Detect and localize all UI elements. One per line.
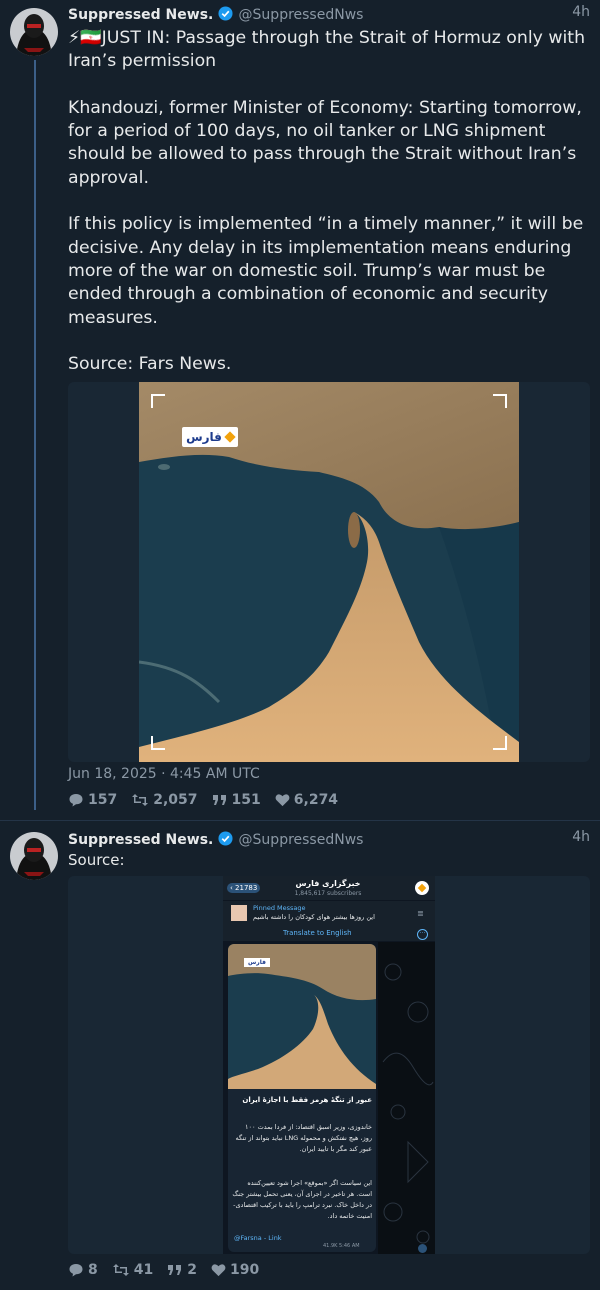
scroll-down-icon bbox=[418, 1244, 427, 1253]
post-header: Suppressed News. @SuppressedNws bbox=[68, 4, 590, 24]
post-date[interactable]: Jun 18, 2025 · 4:45 AM UTC bbox=[68, 766, 260, 782]
post-image[interactable]: ‹ 21783 خبرگزاری فارس 1,845,617 subscrib… bbox=[68, 876, 590, 1254]
message-paragraph-1: خاندوزی، وزیر اسبق اقتصاد: از فردا بمدت … bbox=[235, 1123, 372, 1153]
message-image: فارس bbox=[228, 944, 376, 1089]
verified-icon bbox=[218, 6, 233, 21]
quote-icon bbox=[212, 795, 226, 805]
message-meta: 41.9K 5:46 AM bbox=[323, 1243, 360, 1249]
channel-avatar bbox=[415, 881, 429, 895]
thread-line bbox=[34, 60, 36, 810]
corner-mark-bl bbox=[151, 736, 165, 750]
author-handle[interactable]: @SuppressedNws bbox=[239, 7, 364, 23]
pinned-thumb bbox=[231, 905, 247, 921]
translate-label: Translate to English bbox=[283, 929, 352, 937]
retweet-stat[interactable]: 41 bbox=[112, 1262, 153, 1278]
fars-logo-text: فارس bbox=[186, 430, 222, 444]
chat-background bbox=[378, 942, 435, 1254]
back-badge: ‹ 21783 bbox=[227, 883, 261, 893]
pinned-bar: Pinned Message این روزها بیشتر هوای کودک… bbox=[223, 900, 435, 927]
reply-icon bbox=[69, 1264, 83, 1277]
fars-diamond-icon bbox=[224, 431, 236, 443]
post-time[interactable]: 4h bbox=[560, 829, 590, 845]
back-count: 21783 bbox=[235, 884, 258, 892]
retweet-stat[interactable]: 2,057 bbox=[131, 792, 198, 808]
post-image[interactable]: فارس bbox=[68, 382, 590, 762]
reply-stat[interactable]: 8 bbox=[68, 1262, 98, 1278]
fars-logo: فارس bbox=[182, 427, 238, 447]
reply-count: 8 bbox=[88, 1262, 98, 1278]
channel-subscribers: 1,845,617 subscribers bbox=[294, 890, 362, 897]
post-stats: 8 41 2 190 bbox=[68, 1260, 273, 1280]
message-bubble: فارس عبور از تنگهٔ هرمز فقط با اجازهٔ ای… bbox=[228, 944, 376, 1252]
quote-icon bbox=[168, 1265, 182, 1275]
quote-count: 151 bbox=[231, 792, 261, 808]
corner-mark-br bbox=[493, 736, 507, 750]
like-stat[interactable]: 190 bbox=[211, 1262, 259, 1278]
retweet-count: 41 bbox=[133, 1262, 154, 1278]
post-text: ⚡🇮🇷JUST IN: Passage through the Strait o… bbox=[68, 28, 586, 375]
translate-bar: Translate to English ··· bbox=[223, 927, 435, 941]
like-stat[interactable]: 6,274 bbox=[275, 792, 338, 808]
message-paragraph-2: این سیاست اگر «بموقع» اجرا شود تعیین‌کنن… bbox=[232, 1179, 372, 1220]
fars-logo-text: فارس bbox=[248, 959, 266, 966]
retweet-icon bbox=[112, 1264, 129, 1276]
pinned-title: Pinned Message bbox=[253, 904, 306, 912]
fars-logo: فارس bbox=[244, 958, 270, 967]
like-count: 190 bbox=[229, 1262, 260, 1278]
post-header: Suppressed News. @SuppressedNws bbox=[68, 829, 590, 849]
retweet-count: 2,057 bbox=[153, 792, 198, 808]
avatar[interactable] bbox=[10, 832, 58, 880]
author-name[interactable]: Suppressed News. bbox=[68, 832, 213, 848]
reply-stat[interactable]: 157 bbox=[68, 792, 117, 808]
telegram-header: ‹ 21783 خبرگزاری فارس 1,845,617 subscrib… bbox=[223, 876, 435, 900]
heart-icon bbox=[275, 794, 290, 807]
message-headline: عبور از تنگهٔ هرمز فقط با اجازهٔ ایران bbox=[242, 1096, 372, 1104]
reply-icon bbox=[69, 794, 83, 807]
avatar[interactable] bbox=[10, 8, 58, 56]
message-link: @Farsna - Link bbox=[234, 1234, 282, 1242]
corner-mark-tl bbox=[151, 394, 165, 408]
heart-icon bbox=[211, 1264, 226, 1277]
channel-name: خبرگزاری فارس bbox=[295, 879, 361, 888]
post-divider bbox=[0, 820, 600, 821]
pin-list-icon: ≣ bbox=[417, 909, 424, 918]
quote-stat[interactable]: 151 bbox=[212, 792, 261, 808]
like-count: 6,274 bbox=[293, 792, 339, 808]
retweet-icon bbox=[132, 794, 149, 806]
reply-count: 157 bbox=[88, 792, 118, 808]
verified-icon bbox=[218, 831, 233, 846]
post-stats: 157 2,057 151 6,274 bbox=[68, 790, 352, 810]
post-time[interactable]: 4h bbox=[560, 4, 590, 20]
telegram-screenshot: ‹ 21783 خبرگزاری فارس 1,845,617 subscrib… bbox=[223, 876, 435, 1254]
pinned-text: این روزها بیشتر هوای کودکان را داشته باش… bbox=[253, 913, 375, 921]
quote-stat[interactable]: 2 bbox=[167, 1262, 197, 1278]
more-icon: ··· bbox=[417, 929, 428, 940]
author-handle[interactable]: @SuppressedNws bbox=[239, 832, 364, 848]
author-name[interactable]: Suppressed News. bbox=[68, 7, 213, 23]
post-text: Source: bbox=[68, 851, 125, 869]
quote-count: 2 bbox=[187, 1262, 197, 1278]
corner-mark-tr bbox=[493, 394, 507, 408]
